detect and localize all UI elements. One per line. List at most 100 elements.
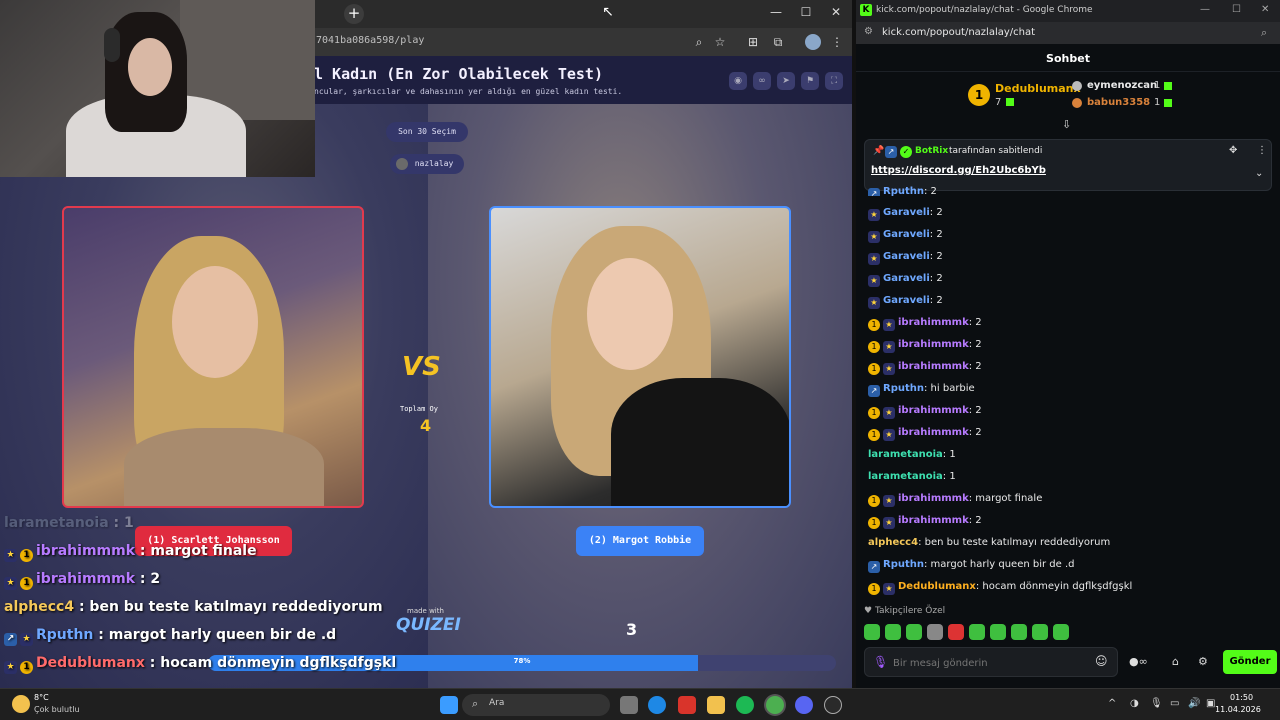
choice-image-left[interactable] xyxy=(62,206,364,508)
microphone-icon[interactable]: 🎙 xyxy=(873,655,888,669)
chat-message: 1 ★ ibrahimmmk: margot finale xyxy=(868,493,1042,507)
weather-cloud-icon[interactable] xyxy=(12,695,30,713)
fullscreen-icon[interactable]: ⛶ xyxy=(825,72,843,90)
emote-icon[interactable] xyxy=(990,624,1006,640)
clock-time[interactable]: 01:50 xyxy=(1230,693,1253,702)
leader-name[interactable]: babun3358 xyxy=(1087,97,1150,108)
leader-name[interactable]: eymenozcan xyxy=(1087,80,1157,91)
emote-icon[interactable] xyxy=(969,624,985,640)
chat-message: ★ Garaveli: 2 xyxy=(868,295,943,309)
flag-icon[interactable]: ⚑ xyxy=(801,72,819,90)
dress-shape xyxy=(611,378,789,506)
chat-username[interactable]: Rputhn xyxy=(883,383,924,394)
vs-logo: VS xyxy=(402,352,441,382)
discord-icon[interactable] xyxy=(795,696,813,714)
emote-icon[interactable] xyxy=(885,624,901,640)
chat-username[interactable]: ibrahimmmk xyxy=(898,405,969,416)
bookmark-star-icon[interactable]: ☆ xyxy=(712,34,728,50)
chat-username[interactable]: Garaveli xyxy=(883,229,930,240)
chat-username[interactable]: ibrahimmmk xyxy=(898,427,969,438)
obs-icon[interactable] xyxy=(824,696,842,714)
more-options-icon[interactable]: ⋮ xyxy=(1257,145,1267,156)
chat-username[interactable]: Garaveli xyxy=(883,207,930,218)
minimize-icon[interactable]: — xyxy=(1200,4,1210,15)
taskbar-search[interactable]: ⌕ Ara xyxy=(462,694,610,716)
maximize-icon[interactable]: ☐ xyxy=(796,5,816,23)
chat-username[interactable]: ibrahimmmk xyxy=(898,361,969,372)
close-icon[interactable]: ✕ xyxy=(1261,4,1269,15)
unpin-icon[interactable]: ✥ xyxy=(1229,145,1237,156)
chat-username[interactable]: alphecc4 xyxy=(868,537,918,548)
chat-username[interactable]: Rputhn xyxy=(883,559,924,570)
send-button[interactable]: Gönder xyxy=(1223,650,1277,674)
zoom-icon[interactable]: ⌕ xyxy=(1261,26,1267,40)
chat-window-title: kick.com/popout/nazlalay/chat - Google C… xyxy=(876,5,1093,15)
chat-message: 1 ★ ibrahimmmk: 2 xyxy=(868,339,982,353)
chat-username[interactable]: Garaveli xyxy=(883,295,930,306)
microphone-icon[interactable]: 🎙 xyxy=(1150,698,1163,709)
task-view-icon[interactable] xyxy=(620,696,638,714)
creator-pill[interactable]: nazlalay xyxy=(390,154,464,174)
translate-icon[interactable]: ⊞ xyxy=(745,34,761,50)
pinned-link[interactable]: https://discord.gg/Eh2Ubc6bYb xyxy=(871,165,1046,176)
profile-avatar-icon[interactable] xyxy=(805,34,821,50)
chat-username[interactable]: ibrahimmmk xyxy=(898,317,969,328)
chat-username[interactable]: Garaveli xyxy=(883,251,930,262)
link-icon[interactable]: ∞ xyxy=(753,72,771,90)
chat-text: : hi barbie xyxy=(924,383,975,394)
chat-url-bar[interactable]: ⚙ kick.com/popout/nazlalay/chat ⌕ xyxy=(856,22,1280,44)
zoom-icon[interactable]: ⌕ xyxy=(691,34,707,50)
tray-chevron-icon[interactable]: ^ xyxy=(1108,698,1116,709)
chat-username[interactable]: larametanoia xyxy=(868,471,943,482)
chat-message-input[interactable] xyxy=(893,654,1083,672)
chat-message: 1 ★ ibrahimmmk: 2 xyxy=(868,427,982,441)
new-tab-button[interactable]: + xyxy=(344,4,364,24)
maximize-icon[interactable]: ☐ xyxy=(1232,4,1241,15)
store-icon[interactable]: ⌂ xyxy=(1172,655,1179,668)
emote-icon[interactable] xyxy=(1053,624,1069,640)
app-icon[interactable] xyxy=(678,696,696,714)
menu-icon[interactable]: ⋮ xyxy=(829,34,845,50)
emote-icon[interactable] xyxy=(948,624,964,640)
eye-icon[interactable]: ◉ xyxy=(729,72,747,90)
settings-gear-icon[interactable]: ⚙ xyxy=(1198,655,1208,668)
emote-icon[interactable] xyxy=(906,624,922,640)
share-icon[interactable]: ➤ xyxy=(777,72,795,90)
coin-badge-icon: 1 xyxy=(868,429,880,441)
chat-username[interactable]: larametanoia xyxy=(868,449,943,460)
emote-icon[interactable] xyxy=(1011,624,1027,640)
speaker-icon[interactable]: 🔊 xyxy=(1188,698,1200,709)
leaderboard: 1 Dedublumanx 7 eymenozcan 1 babun3358 1… xyxy=(856,74,1280,131)
choice-button-right[interactable]: (2) Margot Robbie xyxy=(576,526,704,556)
extensions-icon[interactable]: ⧉ xyxy=(770,34,786,50)
choice-image-right[interactable] xyxy=(489,206,791,508)
expand-chevron-icon[interactable]: ⇩ xyxy=(1062,118,1071,131)
leader-name[interactable]: Dedublumanx xyxy=(995,82,1081,95)
clock-date[interactable]: 11.04.2026 xyxy=(1215,705,1261,714)
gift-sub-icon[interactable]: ●∞ xyxy=(1129,655,1148,668)
chat-username[interactable]: Garaveli xyxy=(883,273,930,284)
close-icon[interactable]: ✕ xyxy=(826,5,846,23)
pinned-message[interactable]: 📌 ↗ ✓ BotRix tarafından sabitlendi ✥ ⋮ h… xyxy=(864,139,1272,191)
chat-username[interactable]: Dedublumanx xyxy=(898,581,976,592)
site-info-icon[interactable]: ⚙ xyxy=(864,26,873,37)
chat-username[interactable]: ibrahimmmk xyxy=(898,493,969,504)
chat-username[interactable]: Rputhn xyxy=(883,186,924,196)
chevron-down-icon[interactable]: ⌄ xyxy=(1255,168,1263,179)
chrome-icon[interactable] xyxy=(766,696,784,714)
network-icon[interactable]: ▭ xyxy=(1170,698,1179,709)
quizei-logo[interactable]: QUIZEI xyxy=(396,615,461,635)
emoji-icon[interactable]: ☺ xyxy=(1095,654,1108,668)
chat-username[interactable]: ibrahimmmk xyxy=(898,339,969,350)
spotify-icon[interactable] xyxy=(736,696,754,714)
file-explorer-icon[interactable] xyxy=(707,696,725,714)
windows-start-icon[interactable] xyxy=(440,696,458,714)
steam-icon[interactable]: ◑ xyxy=(1130,698,1139,709)
minimize-icon[interactable]: — xyxy=(766,5,786,23)
chat-username[interactable]: ibrahimmmk xyxy=(898,515,969,526)
edge-icon[interactable] xyxy=(648,696,666,714)
overlay-user: larametanoia xyxy=(4,515,109,531)
emote-icon[interactable] xyxy=(864,624,880,640)
emote-icon[interactable] xyxy=(927,624,943,640)
emote-icon[interactable] xyxy=(1032,624,1048,640)
